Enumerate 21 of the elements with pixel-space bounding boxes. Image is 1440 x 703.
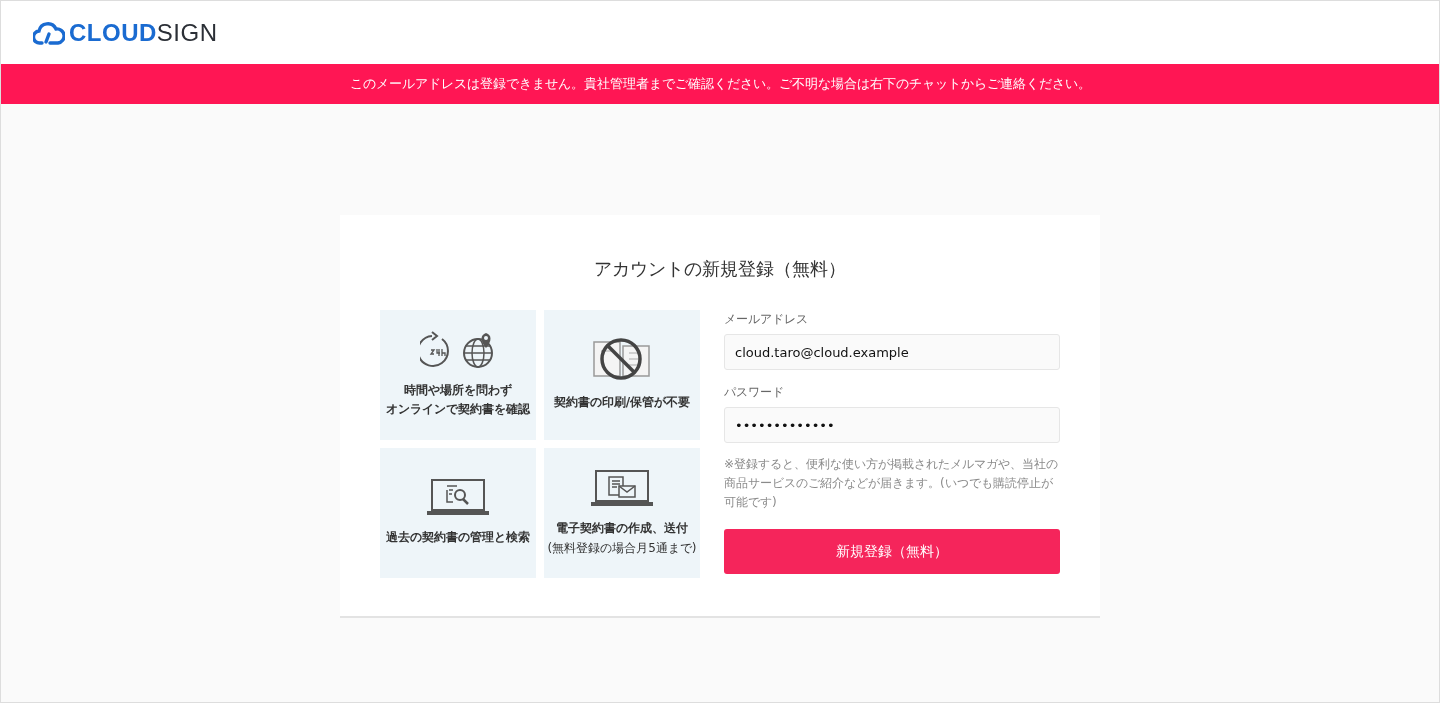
field-label: パスワード <box>724 384 785 401</box>
notice-text: ※登録すると、便利な使い方が掲載されたメルマガや、当社の商品サービスのご紹介などが届きます。(いつでも購読停止が可能です) <box>724 456 1060 512</box>
feature-text: 過去の契約書の管理と検索 <box>386 529 530 547</box>
feature-text: 契約書の印刷/保管が不要 <box>553 394 691 412</box>
feature-note: (無料登録の場合月5通まで) <box>547 539 697 557</box>
feature-text: 時間や場所を問わず <box>404 381 512 399</box>
feature-text: オンラインで契約書を確認 <box>386 401 530 418</box>
logo-text: CLOUD <box>69 17 157 48</box>
prohibited-document-icon <box>593 337 651 382</box>
register-button[interactable]: 新規登録（無料） <box>724 528 1060 574</box>
cloud-logo-icon <box>33 20 65 45</box>
field-label: メールアドレス <box>724 311 809 328</box>
laptop-search-icon <box>427 478 489 517</box>
laptop-mail-icon <box>591 469 653 508</box>
error-message: このメールアドレスは登録できません。貴社管理者までご確認ください。ご不明な場合は右下のチャットからご連絡ください。 <box>349 74 1091 93</box>
card-title: アカウントの新規登録（無料） <box>593 257 847 281</box>
password-field[interactable]: ••••••••••••• <box>724 407 1060 443</box>
logo-text: SIGN <box>156 17 218 48</box>
clock-globe-icon <box>420 330 496 369</box>
feature-text: 電子契約書の作成、送付 <box>556 520 688 538</box>
email-field[interactable]: cloud.taro@cloud.example <box>724 334 1060 370</box>
